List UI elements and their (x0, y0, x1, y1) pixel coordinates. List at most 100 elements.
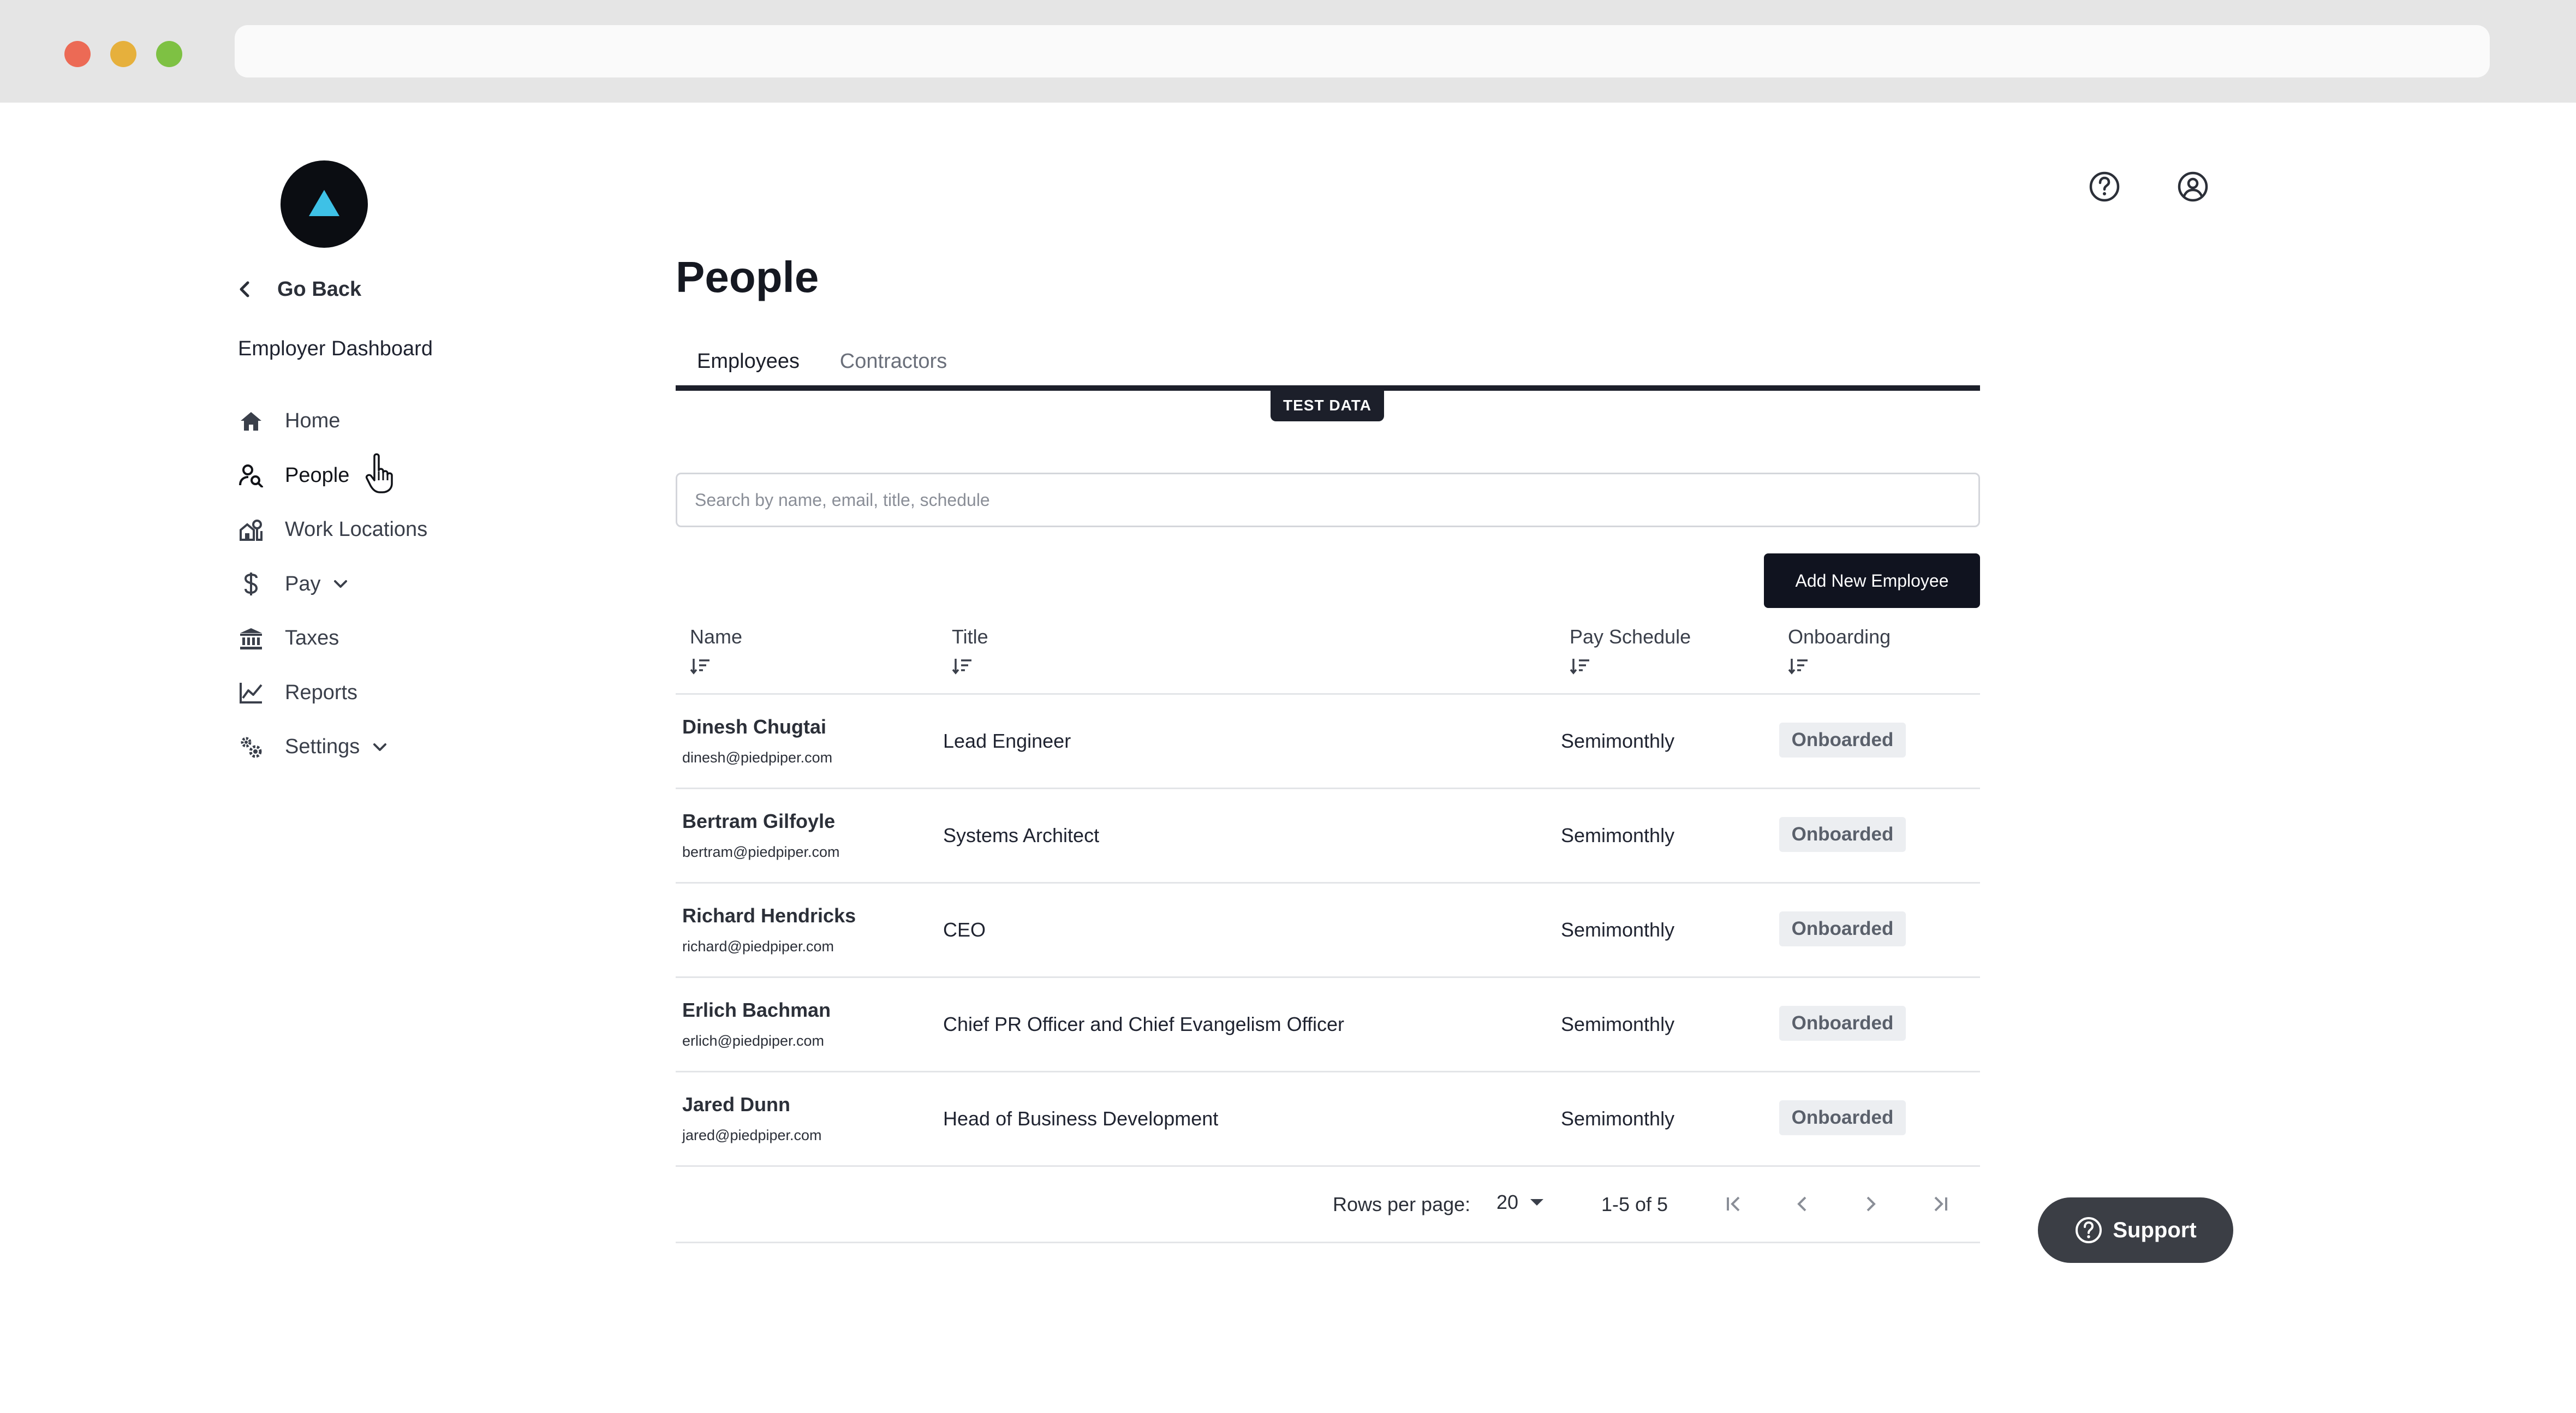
tab-bar: Employees Contractors (676, 332, 1980, 391)
sort-icon[interactable] (1570, 657, 1590, 675)
table-row[interactable]: Dinesh Chugtai dinesh@piedpiper.com Lead… (676, 693, 1980, 788)
employee-title: CEO (943, 919, 986, 941)
table-row[interactable]: Bertram Gilfoyle bertram@piedpiper.com S… (676, 788, 1980, 882)
go-back-label: Go Back (277, 277, 362, 301)
rows-per-page-select[interactable]: 20 (1496, 1191, 1545, 1214)
chart-line-icon (238, 679, 264, 706)
go-back-link[interactable]: Go Back (238, 274, 361, 305)
table-divider (676, 1242, 1980, 1243)
sidebar-section-title: Employer Dashboard (238, 337, 433, 360)
prev-page-button[interactable] (1788, 1190, 1816, 1218)
employee-pay-schedule: Semimonthly (1561, 1107, 1675, 1130)
support-button[interactable]: Support (2038, 1197, 2233, 1263)
employee-name[interactable]: Dinesh Chugtai (682, 716, 826, 738)
table-row[interactable]: Jared Dunn jared@piedpiper.com Head of B… (676, 1071, 1980, 1165)
employee-name[interactable]: Erlich Bachman (682, 999, 831, 1022)
sort-icon[interactable] (952, 657, 973, 675)
search-input[interactable] (676, 473, 1980, 527)
account-icon (2178, 171, 2208, 202)
employee-email: richard@piedpiper.com (682, 938, 834, 955)
tab-employees[interactable]: Employees (676, 337, 821, 390)
add-new-employee-button[interactable]: Add New Employee (1764, 553, 1980, 608)
app-logo[interactable] (281, 160, 368, 248)
onboarding-status-badge: Onboarded (1779, 723, 1906, 758)
sidebar-item-pay[interactable]: Pay (238, 557, 427, 612)
employee-email: dinesh@piedpiper.com (682, 749, 833, 766)
people-search-icon (238, 462, 264, 488)
employee-title: Lead Engineer (943, 730, 1071, 752)
sidebar-item-label: Settings (285, 735, 360, 759)
sidebar-item-reports[interactable]: Reports (238, 666, 427, 720)
window-close-button[interactable] (64, 41, 91, 67)
help-button[interactable] (2088, 170, 2121, 203)
table-divider (676, 1165, 1980, 1167)
tab-contractors[interactable]: Contractors (834, 337, 953, 385)
column-header-label: Onboarding (1788, 625, 1891, 648)
sidebar-nav: Home People Work Locations Pay Taxes Rep… (238, 394, 427, 774)
window-minimize-button[interactable] (110, 41, 136, 67)
employee-name[interactable]: Richard Hendricks (682, 904, 856, 927)
chevron-left-icon (240, 281, 249, 297)
sidebar-item-home[interactable]: Home (238, 394, 427, 449)
work-locations-icon (238, 517, 264, 543)
account-button[interactable] (2177, 170, 2209, 203)
employee-email: jared@piedpiper.com (682, 1127, 822, 1143)
employee-pay-schedule: Semimonthly (1561, 824, 1675, 846)
sort-icon[interactable] (1788, 657, 1809, 675)
address-bar[interactable] (235, 25, 2490, 77)
chevron-down-icon[interactable] (372, 742, 388, 753)
pagination-range: 1-5 of 5 (1601, 1193, 1668, 1215)
sidebar-item-label: Reports (285, 681, 358, 704)
window-maximize-button[interactable] (156, 41, 182, 67)
sidebar-item-taxes[interactable]: Taxes (238, 611, 427, 666)
employee-title: Systems Architect (943, 824, 1100, 846)
onboarding-status-badge: Onboarded (1779, 911, 1906, 946)
employee-title: Chief PR Officer and Chief Evangelism Of… (943, 1013, 1344, 1035)
first-page-icon (1727, 1196, 1740, 1212)
hand-cursor-icon (365, 453, 393, 493)
column-header-title: Title (952, 625, 988, 675)
sidebar-item-work-locations[interactable]: Work Locations (238, 503, 427, 557)
employee-email: erlich@piedpiper.com (682, 1033, 825, 1049)
page-title: People (676, 253, 819, 301)
rows-per-page-label: Rows per page: (1333, 1193, 1471, 1215)
caret-down-icon (1530, 1199, 1544, 1206)
next-page-icon (1867, 1196, 1876, 1212)
support-help-icon (2076, 1217, 2102, 1243)
chevron-down-icon[interactable] (332, 579, 349, 589)
sidebar-item-label: Pay (285, 572, 321, 595)
bank-icon (238, 625, 264, 652)
test-data-badge: TEST DATA (1271, 390, 1384, 421)
employee-title: Head of Business Development (943, 1107, 1219, 1130)
last-page-icon (1934, 1196, 1947, 1212)
onboarding-status-badge: Onboarded (1779, 1100, 1906, 1135)
employee-name[interactable]: Jared Dunn (682, 1093, 790, 1116)
sidebar-item-label: People (285, 463, 350, 487)
next-page-button[interactable] (1857, 1190, 1885, 1218)
first-page-button[interactable] (1719, 1190, 1748, 1218)
column-header-name: Name (690, 625, 742, 675)
table-row[interactable]: Erlich Bachman erlich@piedpiper.com Chie… (676, 976, 1980, 1071)
employee-pay-schedule: Semimonthly (1561, 1013, 1675, 1035)
onboarding-status-badge: Onboarded (1779, 1006, 1906, 1041)
rows-per-page-value: 20 (1496, 1191, 1519, 1213)
logo-triangle-icon (309, 190, 339, 216)
sidebar-item-settings[interactable]: Settings (238, 720, 427, 774)
onboarding-status-badge: Onboarded (1779, 817, 1906, 852)
employee-name[interactable]: Bertram Gilfoyle (682, 810, 835, 833)
dollar-icon (238, 571, 264, 597)
support-label: Support (2113, 1218, 2197, 1242)
prev-page-icon (1797, 1196, 1806, 1212)
sort-icon[interactable] (690, 657, 711, 675)
column-header-label: Title (952, 625, 988, 648)
sidebar-item-label: Taxes (285, 627, 339, 650)
employee-pay-schedule: Semimonthly (1561, 730, 1675, 752)
last-page-button[interactable] (1927, 1190, 1955, 1218)
column-header-label: Name (690, 625, 743, 648)
column-header-onboarding: Onboarding (1788, 625, 1891, 675)
column-header-label: Pay Schedule (1570, 625, 1691, 648)
sidebar-item-label: Home (285, 409, 341, 433)
table-row[interactable]: Richard Hendricks richard@piedpiper.com … (676, 882, 1980, 976)
employee-email: bertram@piedpiper.com (682, 844, 840, 860)
sidebar-item-label: Work Locations (285, 518, 428, 541)
